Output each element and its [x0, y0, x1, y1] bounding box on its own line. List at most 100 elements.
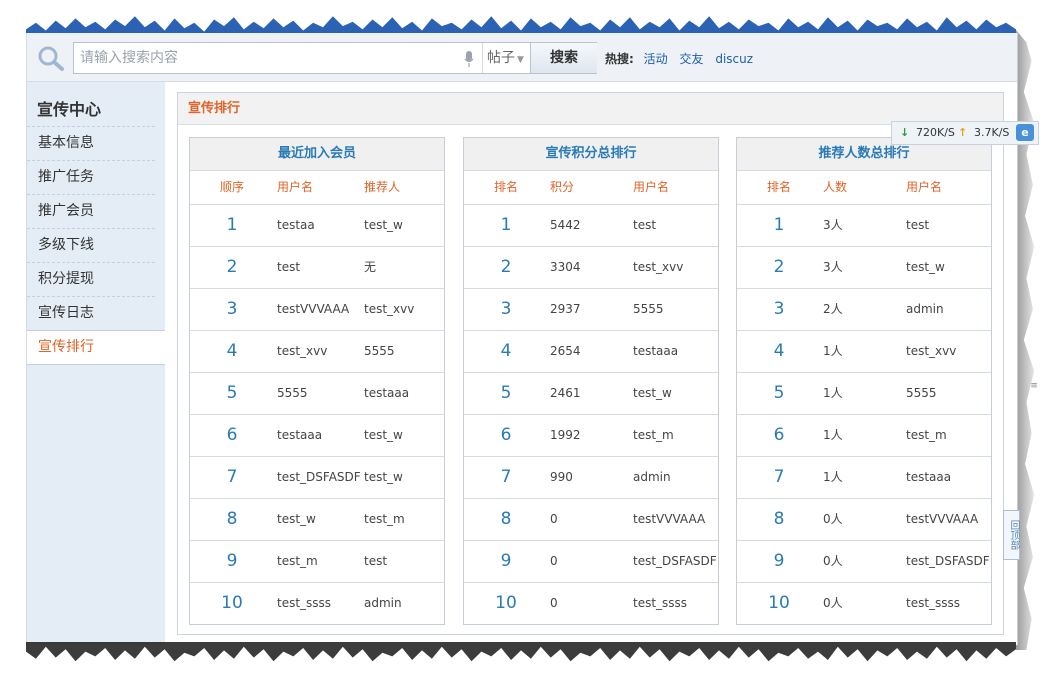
column-header: 用户名 — [277, 180, 314, 194]
rank-number: 9 — [500, 551, 512, 571]
referral-count: 0人 — [823, 512, 843, 526]
rank-number: 7 — [773, 467, 785, 487]
column-header: 排名 — [766, 180, 791, 194]
referrer[interactable]: test_m — [364, 499, 405, 540]
username[interactable]: test — [906, 205, 929, 246]
network-speed-widget[interactable]: ↓ 720K/S ↑ 3.7K/S e — [891, 121, 1039, 145]
search-icon[interactable] — [37, 45, 65, 71]
column-header: 排名 — [493, 180, 518, 194]
username[interactable]: testVVVAAA — [277, 289, 349, 330]
hot-link-activity[interactable]: 活动 — [644, 52, 668, 66]
username[interactable]: test — [277, 247, 300, 288]
sidebar-item-downlines[interactable]: 多级下线 — [27, 228, 155, 262]
hot-link-friends[interactable]: 交友 — [679, 52, 703, 66]
sidebar-item-promo-tasks[interactable]: 推广任务 — [27, 160, 155, 194]
referrer[interactable]: test_xvv — [364, 289, 414, 330]
search-input[interactable]: 请输入搜索内容 — [80, 43, 460, 73]
referrer[interactable]: 5555 — [364, 331, 395, 372]
referral-count: 0人 — [823, 554, 843, 568]
username[interactable]: test_w — [633, 373, 672, 414]
upload-arrow-icon: ↑ — [958, 126, 968, 139]
sidebar-item-promo-members[interactable]: 推广会员 — [27, 194, 155, 228]
rank-number: 2 — [773, 257, 785, 277]
referrer[interactable]: test_w — [364, 457, 403, 498]
table-body: 1 5442 test 2 3304 test_xvv 3 2937 5555 4 2654 t… — [464, 205, 718, 624]
microphone-icon[interactable] — [464, 51, 474, 67]
sidebar-item-basic-info[interactable]: 基本信息 — [27, 126, 155, 160]
search-type-select[interactable]: 帖子 ▼ — [482, 43, 535, 73]
search-type-label: 帖子 — [487, 50, 515, 66]
points-value: 990 — [550, 470, 573, 484]
table-row: 2 3人 test_w — [737, 247, 991, 289]
username[interactable]: test_w — [277, 499, 316, 540]
points-value: 1992 — [550, 428, 581, 442]
search-button[interactable]: 搜索 — [530, 43, 597, 73]
rank-number: 6 — [500, 425, 512, 445]
username[interactable]: test_DSFASDF — [633, 541, 717, 582]
points-value: 0 — [550, 512, 558, 526]
username[interactable]: 5555 — [633, 289, 664, 330]
referrer[interactable]: test — [364, 541, 387, 582]
username[interactable]: testVVVAAA — [633, 499, 705, 540]
table-row: 3 testVVVAAA test_xvv — [190, 289, 444, 331]
username[interactable]: test_ssss — [277, 583, 331, 624]
username[interactable]: test_xvv — [277, 331, 327, 372]
username[interactable]: test_xvv — [906, 331, 956, 372]
points-value: 2461 — [550, 386, 581, 400]
table-row: 6 1人 test_m — [737, 415, 991, 457]
table-row: 4 2654 testaaa — [464, 331, 718, 373]
scrollbar-grip-icon[interactable]: ≡ — [1029, 381, 1039, 395]
rank-number: 6 — [226, 425, 238, 445]
username[interactable]: test_m — [277, 541, 318, 582]
username[interactable]: test_w — [906, 247, 945, 288]
username[interactable]: admin — [906, 289, 944, 330]
column-header: 推荐人 — [364, 180, 401, 194]
rank-number: 7 — [226, 467, 238, 487]
username[interactable]: testaaa — [633, 331, 678, 372]
username[interactable]: testaaa — [906, 457, 951, 498]
username[interactable]: test — [633, 205, 656, 246]
table-row: 9 0人 test_DSFASDF — [737, 541, 991, 583]
username[interactable]: test_DSFASDF — [906, 541, 990, 582]
username[interactable]: test_m — [906, 415, 947, 456]
username[interactable]: admin — [633, 457, 671, 498]
table-row: 1 3人 test — [737, 205, 991, 247]
username[interactable]: testVVVAAA — [906, 499, 978, 540]
username[interactable]: test_ssss — [633, 583, 687, 624]
table-row: 1 5442 test — [464, 205, 718, 247]
username[interactable]: testaaa — [277, 415, 322, 456]
table-row: 4 1人 test_xvv — [737, 331, 991, 373]
username[interactable]: test_DSFASDF — [277, 457, 361, 498]
username[interactable]: test_ssss — [906, 583, 960, 624]
referral-count: 3人 — [823, 218, 843, 232]
table-row: 9 0 test_DSFASDF — [464, 541, 718, 583]
referrer[interactable]: test_w — [364, 205, 403, 246]
panel-title: 宣传排行 — [178, 93, 1003, 125]
referrer: 无 — [364, 260, 377, 274]
ranking-panel: 宣传排行 最近加入会员 顺序 用户名 推荐人 1 testaa test_w 2 te… — [177, 92, 1004, 635]
table-row: 10 0 test_ssss — [464, 583, 718, 624]
rank-number: 5 — [226, 383, 238, 403]
back-to-top-button[interactable]: 回顶部 — [1003, 510, 1020, 560]
hot-link-discuz[interactable]: discuz — [715, 52, 753, 66]
sidebar-title: 宣传中心 — [37, 100, 102, 119]
referrer[interactable]: test_w — [364, 415, 403, 456]
browser-icon[interactable]: e — [1016, 124, 1034, 141]
table-row: 7 test_DSFASDF test_w — [190, 457, 444, 499]
table-row: 3 2人 admin — [737, 289, 991, 331]
table-row: 10 test_ssss admin — [190, 583, 444, 624]
username[interactable]: testaa — [277, 205, 315, 246]
sidebar-item-withdraw[interactable]: 积分提现 — [27, 262, 155, 296]
referral-count: 1人 — [823, 344, 843, 358]
referrer[interactable]: testaaa — [364, 373, 409, 414]
sidebar-item-promo-log[interactable]: 宣传日志 — [27, 296, 155, 330]
username[interactable]: test_xvv — [633, 247, 683, 288]
referrer[interactable]: admin — [364, 583, 402, 624]
username[interactable]: 5555 — [906, 373, 937, 414]
sidebar: 宣传中心 基本信息 推广任务 推广会员 多级下线 积分提现 宣传日志 宣传排行 — [27, 82, 165, 645]
sidebar-item-ranking[interactable]: 宣传排行 — [27, 330, 165, 365]
username[interactable]: 5555 — [277, 373, 308, 414]
rank-number: 2 — [226, 257, 238, 277]
username[interactable]: test_m — [633, 415, 674, 456]
table-row: 5 1人 5555 — [737, 373, 991, 415]
